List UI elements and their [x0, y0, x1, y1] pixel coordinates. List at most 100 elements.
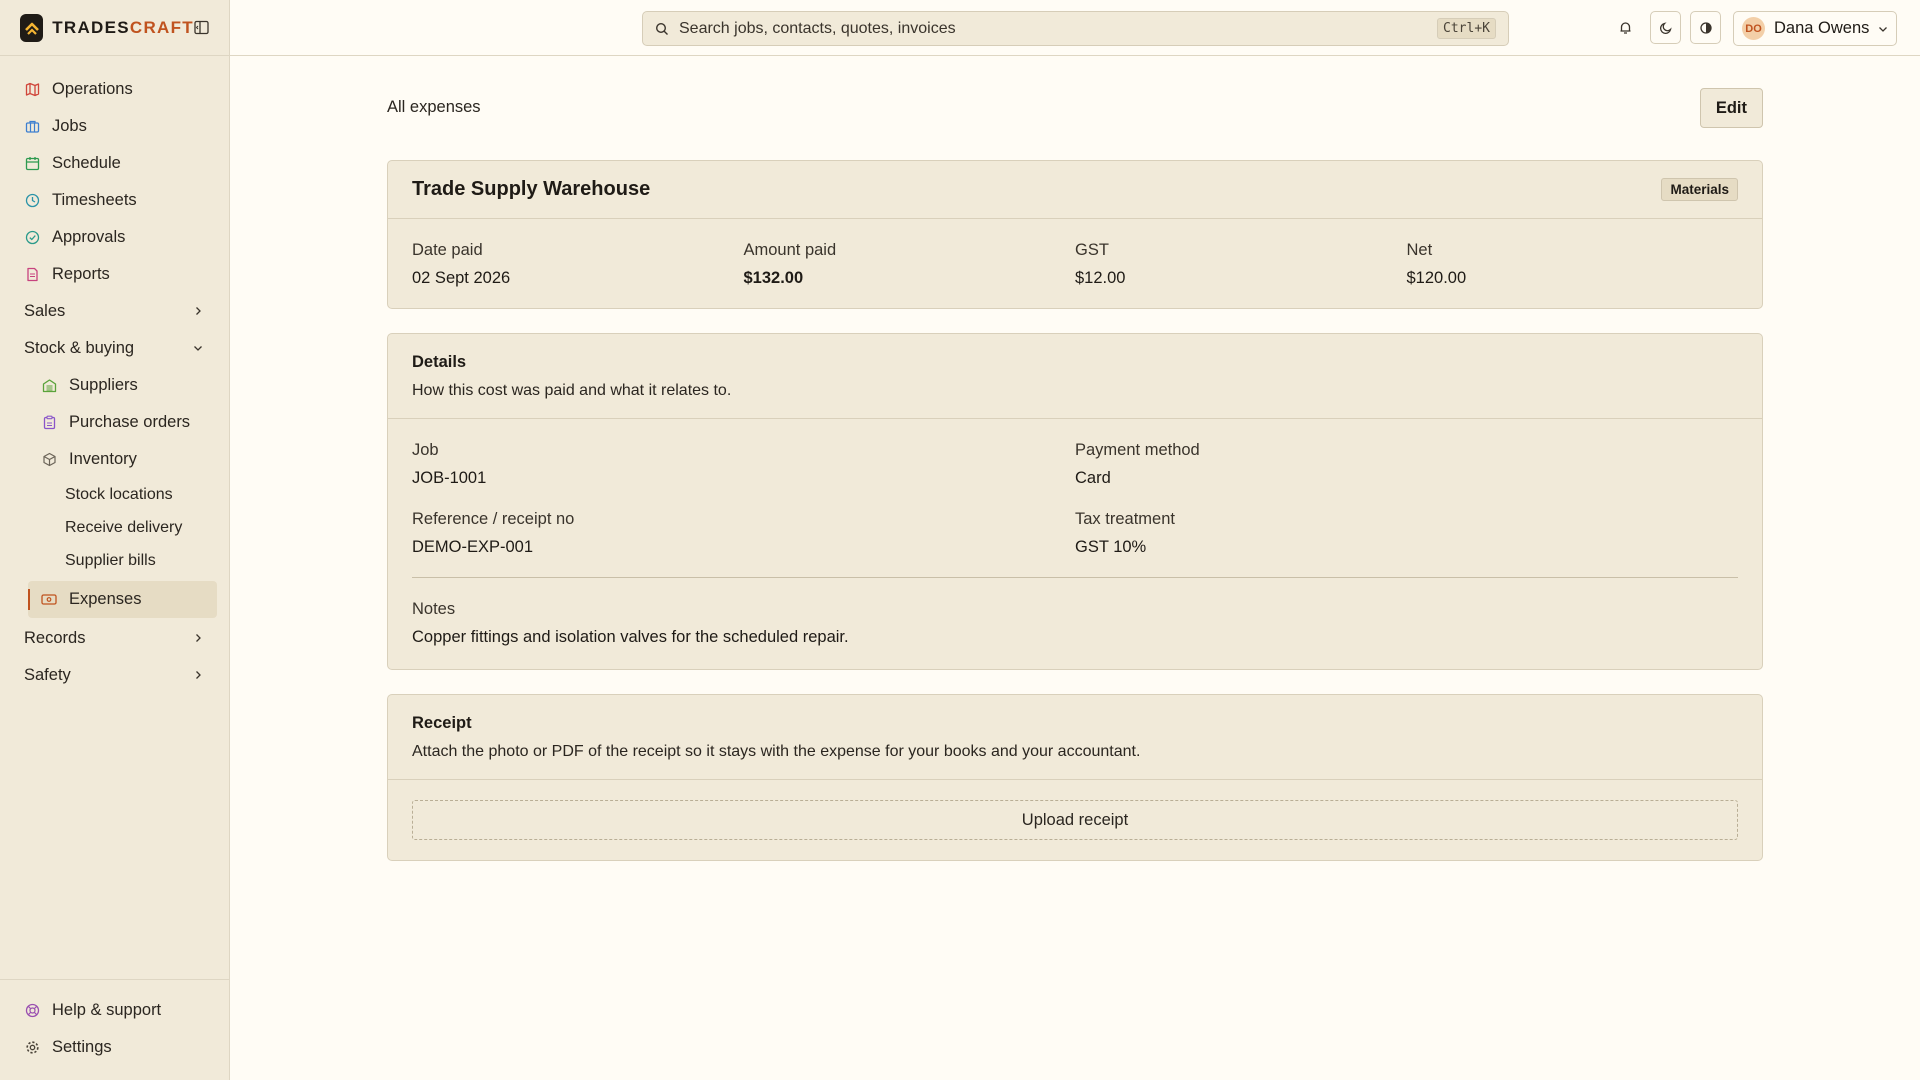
summary-date-paid: Date paid 02 Sept 2026 — [412, 241, 744, 288]
field-value: GST 10% — [1075, 538, 1147, 556]
sidebar-item-label: Expenses — [69, 590, 142, 608]
sidebar-group-label: Sales — [24, 302, 66, 320]
sidebar-item-inventory[interactable]: Inventory — [0, 441, 229, 478]
chevron-down-icon — [193, 339, 203, 358]
sidebar-item-label: Schedule — [52, 154, 121, 172]
sidebar-group-sales[interactable]: Sales — [0, 293, 229, 330]
sidebar-item-operations[interactable]: Operations — [0, 71, 229, 108]
sidebar-item-stock-locations[interactable]: Stock locations — [0, 478, 229, 511]
sidebar-item-label: Stock locations — [65, 485, 173, 503]
sidebar-item-label: Inventory — [69, 450, 137, 468]
check-circle-icon — [24, 230, 40, 246]
user-name: Dana Owens — [1774, 19, 1870, 37]
notes-text: Copper fittings and isolation valves for… — [412, 628, 849, 646]
summary-gst: GST $12.00 — [1075, 241, 1407, 288]
expense-summary-header: Trade Supply Warehouse Materials — [388, 161, 1762, 219]
chevron-down-icon — [1878, 24, 1888, 34]
stock-buying-submenu: Suppliers Purchase orders Inventory Stoc… — [0, 367, 229, 618]
section-description: Attach the photo or PDF of the receipt s… — [412, 743, 1141, 760]
category-badge: Materials — [1661, 178, 1738, 201]
sidebar-item-help[interactable]: Help & support — [0, 992, 229, 1029]
sidebar-item-expenses[interactable]: Expenses — [28, 581, 217, 618]
detail-notes: Notes Copper fittings and isolation valv… — [412, 578, 1738, 647]
field-label: Net — [1406, 241, 1433, 259]
brand-name: TRADESCRAFT — [52, 17, 194, 37]
search-shortcut: Ctrl+K — [1437, 18, 1496, 39]
receipt-header: Receipt Attach the photo or PDF of the r… — [388, 695, 1762, 780]
sidebar-item-schedule[interactable]: Schedule — [0, 145, 229, 182]
contrast-icon[interactable] — [1690, 11, 1721, 44]
sidebar-item-approvals[interactable]: Approvals — [0, 219, 229, 256]
field-label: GST — [1075, 241, 1109, 259]
sidebar-nav: Operations Jobs Schedule Timesheets Appr… — [0, 56, 229, 694]
sidebar-footer: Help & support Settings — [0, 979, 229, 1080]
field-value: $132.00 — [743, 269, 804, 287]
briefcase-icon — [24, 119, 40, 135]
sidebar-group-label: Records — [24, 629, 86, 647]
bell-icon[interactable] — [1610, 11, 1641, 44]
field-label: Tax treatment — [1075, 510, 1175, 528]
search-placeholder: Search jobs, contacts, quotes, invoices — [679, 19, 956, 37]
sidebar-item-label: Jobs — [52, 117, 87, 135]
sidebar-group-records[interactable]: Records — [0, 620, 229, 657]
details-card: Details How this cost was paid and what … — [387, 333, 1763, 670]
inventory-submenu: Stock locations Receive delivery Supplie… — [0, 478, 229, 577]
sidebar-item-label: Receive delivery — [65, 518, 183, 536]
job-link[interactable]: JOB-1001 — [412, 469, 1075, 488]
document-icon — [24, 267, 40, 283]
expense-summary-grid: Date paid 02 Sept 2026 Amount paid $132.… — [388, 219, 1762, 308]
moon-icon[interactable] — [1650, 11, 1681, 44]
breadcrumb-all-expenses[interactable]: All expenses — [387, 98, 481, 117]
sidebar-group-stock-buying[interactable]: Stock & buying — [0, 330, 229, 367]
edit-button[interactable]: Edit — [1699, 88, 1763, 128]
box-icon — [41, 452, 57, 468]
sidebar-item-label: Reports — [52, 265, 110, 283]
field-label: Reference / receipt no — [412, 510, 575, 528]
details-header: Details How this cost was paid and what … — [388, 334, 1762, 419]
field-label: Notes — [412, 600, 456, 618]
sidebar-item-label: Supplier bills — [65, 551, 156, 569]
sidebar-group-safety[interactable]: Safety — [0, 657, 229, 694]
sidebar-item-label: Approvals — [52, 228, 126, 246]
upload-receipt-button[interactable]: Upload receipt — [412, 800, 1738, 840]
sidebar-item-receive-delivery[interactable]: Receive delivery — [0, 511, 229, 544]
summary-net: Net $120.00 — [1407, 241, 1739, 288]
clipboard-icon — [41, 415, 57, 431]
chevron-right-icon — [193, 629, 203, 648]
brand: TRADESCRAFT — [0, 0, 229, 56]
cash-icon — [41, 592, 57, 608]
sidebar-group-label: Safety — [24, 666, 71, 684]
chevron-right-icon — [193, 666, 203, 685]
user-menu[interactable]: DO Dana Owens — [1733, 11, 1897, 46]
sidebar-item-label: Help & support — [52, 1001, 162, 1019]
sidebar-item-supplier-bills[interactable]: Supplier bills — [0, 544, 229, 577]
search-input[interactable]: Search jobs, contacts, quotes, invoices … — [642, 11, 1509, 46]
sidebar-item-settings[interactable]: Settings — [0, 1029, 229, 1066]
receipt-body: Upload receipt — [388, 780, 1762, 860]
avatar: DO — [1742, 17, 1765, 40]
sidebar-item-label: Timesheets — [52, 191, 137, 209]
topbar: Search jobs, contacts, quotes, invoices … — [230, 0, 1920, 56]
sidebar-item-purchase-orders[interactable]: Purchase orders — [0, 404, 229, 441]
field-label: Date paid — [412, 241, 483, 259]
section-title: Receipt — [412, 714, 472, 732]
calendar-icon — [24, 156, 40, 172]
sidebar-item-suppliers[interactable]: Suppliers — [0, 367, 229, 404]
sidebar-item-jobs[interactable]: Jobs — [0, 108, 229, 145]
field-label: Amount paid — [743, 241, 837, 259]
sidebar-item-label: Settings — [52, 1038, 112, 1056]
field-label: Payment method — [1075, 441, 1200, 459]
expense-summary-card: Trade Supply Warehouse Materials Date pa… — [387, 160, 1763, 309]
lifebuoy-icon — [24, 1003, 40, 1019]
receipt-card: Receipt Attach the photo or PDF of the r… — [387, 694, 1763, 861]
sidebar-item-timesheets[interactable]: Timesheets — [0, 182, 229, 219]
summary-amount-paid: Amount paid $132.00 — [744, 241, 1076, 288]
sidebar-item-label: Suppliers — [69, 376, 138, 394]
sidebar-item-reports[interactable]: Reports — [0, 256, 229, 293]
sidebar-item-label: Operations — [52, 80, 133, 98]
page-header: All expenses Edit — [387, 56, 1763, 160]
detail-tax-treatment: Tax treatment GST 10% — [1075, 510, 1738, 557]
chevron-right-icon — [193, 302, 203, 321]
collapse-sidebar-icon[interactable] — [194, 20, 209, 35]
details-body: Job JOB-1001 Payment method Card Referen… — [388, 419, 1762, 669]
